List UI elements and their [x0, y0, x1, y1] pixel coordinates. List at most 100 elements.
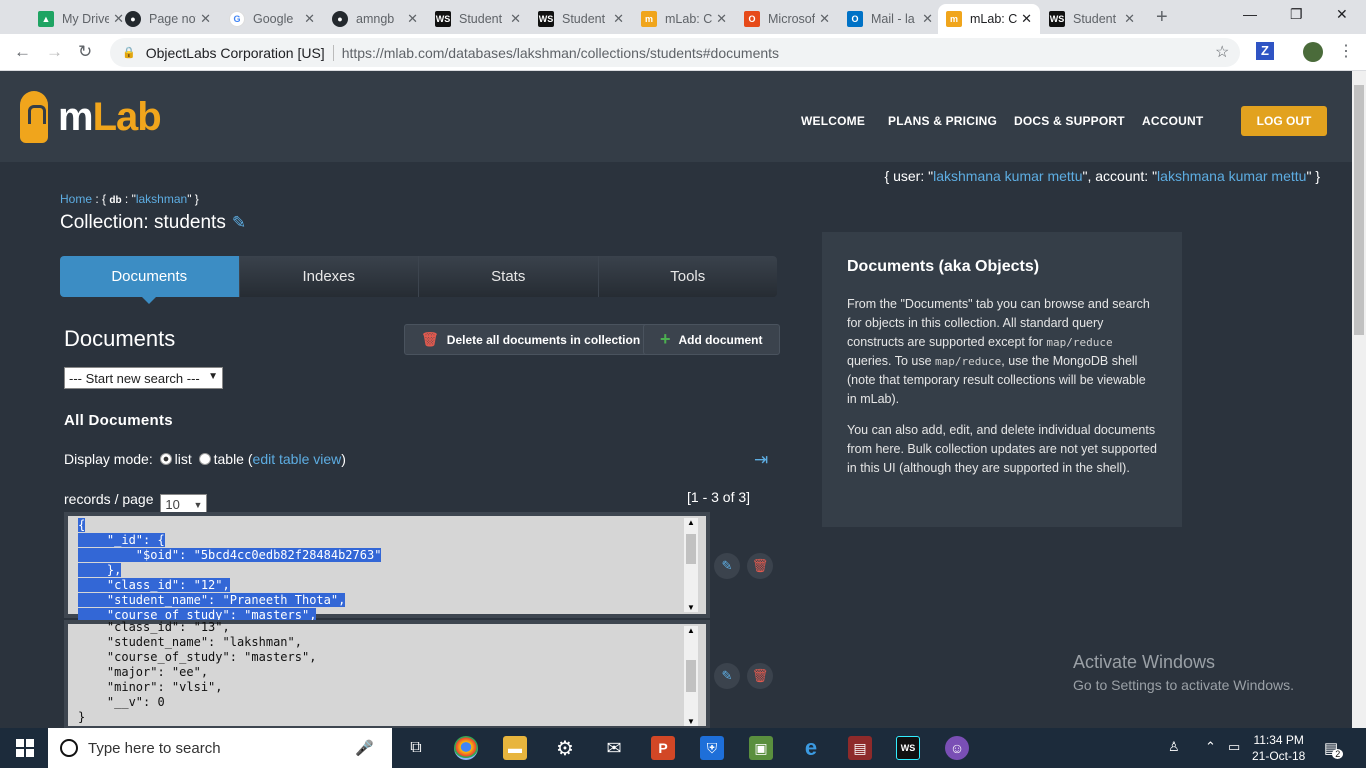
system-clock[interactable]: 11:34 PM 21-Oct-18 [1252, 732, 1305, 764]
github-icon: ● [332, 11, 348, 27]
new-tab-button[interactable]: + [1156, 6, 1168, 29]
tab-stats[interactable]: Stats [418, 256, 598, 297]
tray-chevron-icon[interactable]: ⌃ [1205, 739, 1216, 755]
windows-start-icon[interactable] [16, 739, 34, 757]
delete-document-icon[interactable]: 🗑 [747, 663, 773, 689]
page-scroll-thumb[interactable] [1354, 85, 1364, 335]
add-document-button[interactable]: + Add document [643, 324, 780, 355]
extension-z-icon[interactable]: Z [1256, 42, 1274, 60]
photos-icon[interactable]: ▣ [749, 736, 773, 760]
page-scrollbar[interactable] [1352, 71, 1366, 728]
chrome-taskbar-icon[interactable] [454, 736, 478, 760]
browser-tab-label: My Drive [62, 12, 110, 26]
edit-document-icon[interactable]: ✎ [714, 553, 740, 579]
delete-all-label: Delete all documents in collection [446, 332, 641, 347]
browser-tab[interactable]: G Google ✕ [221, 4, 323, 34]
profile-avatar[interactable] [1303, 42, 1323, 62]
tab-indexes[interactable]: Indexes [238, 256, 418, 297]
radio-list[interactable] [159, 453, 172, 465]
account-link[interactable]: lakshmana kumar mettu [1157, 168, 1306, 184]
scroll-down-icon[interactable]: ▼ [687, 603, 695, 612]
winrar-icon[interactable]: ▤ [848, 736, 872, 760]
app-taskbar-icon[interactable]: ☺ [945, 736, 969, 760]
close-tab-icon[interactable]: ✕ [1124, 11, 1135, 27]
close-tab-icon[interactable]: ✕ [200, 11, 211, 27]
browser-tab[interactable]: WS Student ✕ [530, 4, 632, 34]
back-icon[interactable]: ← [14, 42, 31, 62]
document-editor[interactable]: "class_id": "13", "student_name": "laksh… [64, 620, 710, 728]
browser-tab[interactable]: WS Student ✕ [1041, 4, 1143, 34]
logo-text: mLab [58, 95, 162, 140]
browser-tab[interactable]: O Mail - la ✕ [839, 4, 941, 34]
browser-tab[interactable]: O Microsof ✕ [736, 4, 838, 34]
document-text[interactable]: { "_id": { "$oid": "5bcd4cc0edb82f28484b… [68, 516, 706, 625]
close-tab-icon[interactable]: ✕ [510, 11, 521, 27]
browser-tab[interactable]: ● amngb ✕ [324, 4, 426, 34]
scroll-up-icon[interactable]: ▲ [687, 518, 695, 527]
browser-tab[interactable]: WS Student ✕ [427, 4, 529, 34]
logout-button[interactable]: LOG OUT [1241, 106, 1327, 136]
reload-icon[interactable]: ↻ [78, 42, 92, 62]
settings-gear-icon[interactable]: ⚙ [553, 736, 577, 760]
windows-defender-icon[interactable]: ⛨ [700, 736, 724, 760]
mlab-logo[interactable]: mLab [20, 91, 162, 143]
restore-icon[interactable]: ❐ [1290, 6, 1303, 23]
close-tab-icon[interactable]: ✕ [1021, 11, 1032, 27]
document-scrollbar[interactable]: ▲ ▼ [684, 626, 698, 726]
radio-table[interactable] [198, 453, 211, 465]
user-link[interactable]: lakshmana kumar mettu [933, 168, 1082, 184]
address-bar[interactable]: 🔒 ObjectLabs Corporation [US] https://ml… [110, 38, 1240, 67]
close-tab-icon[interactable]: ✕ [613, 11, 624, 27]
scroll-thumb[interactable] [686, 534, 696, 564]
nav-account[interactable]: ACCOUNT [1142, 114, 1203, 128]
file-explorer-icon[interactable]: ▬ [503, 736, 527, 760]
scroll-thumb[interactable] [686, 660, 696, 692]
scroll-up-icon[interactable]: ▲ [687, 626, 695, 635]
close-tab-icon[interactable]: ✕ [922, 11, 933, 27]
network-icon[interactable]: ▭ [1228, 739, 1240, 755]
browser-tab[interactable]: ● Page not ✕ [117, 4, 219, 34]
mail-icon[interactable]: ✉ [602, 736, 626, 760]
browser-tab[interactable]: m mLab: C ✕ [633, 4, 735, 34]
nav-plans-pricing[interactable]: PLANS & PRICING [888, 114, 997, 128]
browser-menu-icon[interactable]: ⋮ [1338, 41, 1354, 61]
microphone-icon[interactable]: 🎤 [355, 739, 374, 757]
search-select[interactable]: --- Start new search --- ▼ [64, 367, 223, 389]
tab-documents[interactable]: Documents [60, 256, 239, 304]
powerpoint-icon[interactable]: P [651, 736, 675, 760]
edit-icon[interactable]: ✎ [232, 213, 246, 232]
people-icon[interactable]: ♙ [1168, 739, 1180, 755]
watermark-line2: Go to Settings to activate Windows. [1073, 677, 1294, 693]
nav-welcome[interactable]: WELCOME [801, 114, 865, 128]
webstorm-taskbar-icon[interactable]: WS [896, 736, 920, 760]
document-scrollbar[interactable]: ▲ ▼ [684, 518, 698, 612]
delete-document-icon[interactable]: 🗑 [747, 553, 773, 579]
minimize-icon[interactable]: — [1243, 6, 1257, 22]
forward-icon[interactable]: → [46, 42, 63, 62]
close-tab-icon[interactable]: ✕ [716, 11, 727, 27]
code-line: "_id": { [78, 533, 165, 547]
edit-table-view-link[interactable]: edit table view [253, 451, 342, 467]
scroll-down-icon[interactable]: ▼ [687, 717, 695, 726]
edit-document-icon[interactable]: ✎ [714, 663, 740, 689]
close-tab-icon[interactable]: ✕ [407, 11, 418, 27]
bookmark-star-icon[interactable]: ☆ [1215, 42, 1229, 62]
tab-tools[interactable]: Tools [597, 256, 777, 297]
breadcrumb-db-link[interactable]: lakshman [136, 192, 187, 206]
export-icon[interactable]: ⇥ [754, 450, 768, 470]
close-window-icon[interactable]: ✕ [1336, 6, 1348, 23]
taskbar-search[interactable]: Type here to search 🎤 [48, 728, 392, 768]
close-tab-icon[interactable]: ✕ [819, 11, 830, 27]
edge-icon[interactable]: e [799, 735, 823, 760]
divider [332, 44, 334, 61]
breadcrumb-home-link[interactable]: Home [60, 192, 92, 206]
notification-icon[interactable]: ▤2 [1324, 739, 1344, 759]
document-editor[interactable]: { "_id": { "$oid": "5bcd4cc0edb82f28484b… [64, 512, 710, 622]
task-view-icon[interactable]: ⧉ [404, 736, 428, 760]
browser-tab-label: Student [562, 12, 606, 26]
delete-all-button[interactable]: 🗑 Delete all documents in collection [404, 324, 658, 355]
document-text[interactable]: "class_id": "13", "student_name": "laksh… [68, 618, 706, 727]
close-tab-icon[interactable]: ✕ [304, 11, 315, 27]
browser-tab-active[interactable]: m mLab: C ✕ [938, 4, 1040, 34]
nav-docs-support[interactable]: DOCS & SUPPORT [1014, 114, 1125, 128]
